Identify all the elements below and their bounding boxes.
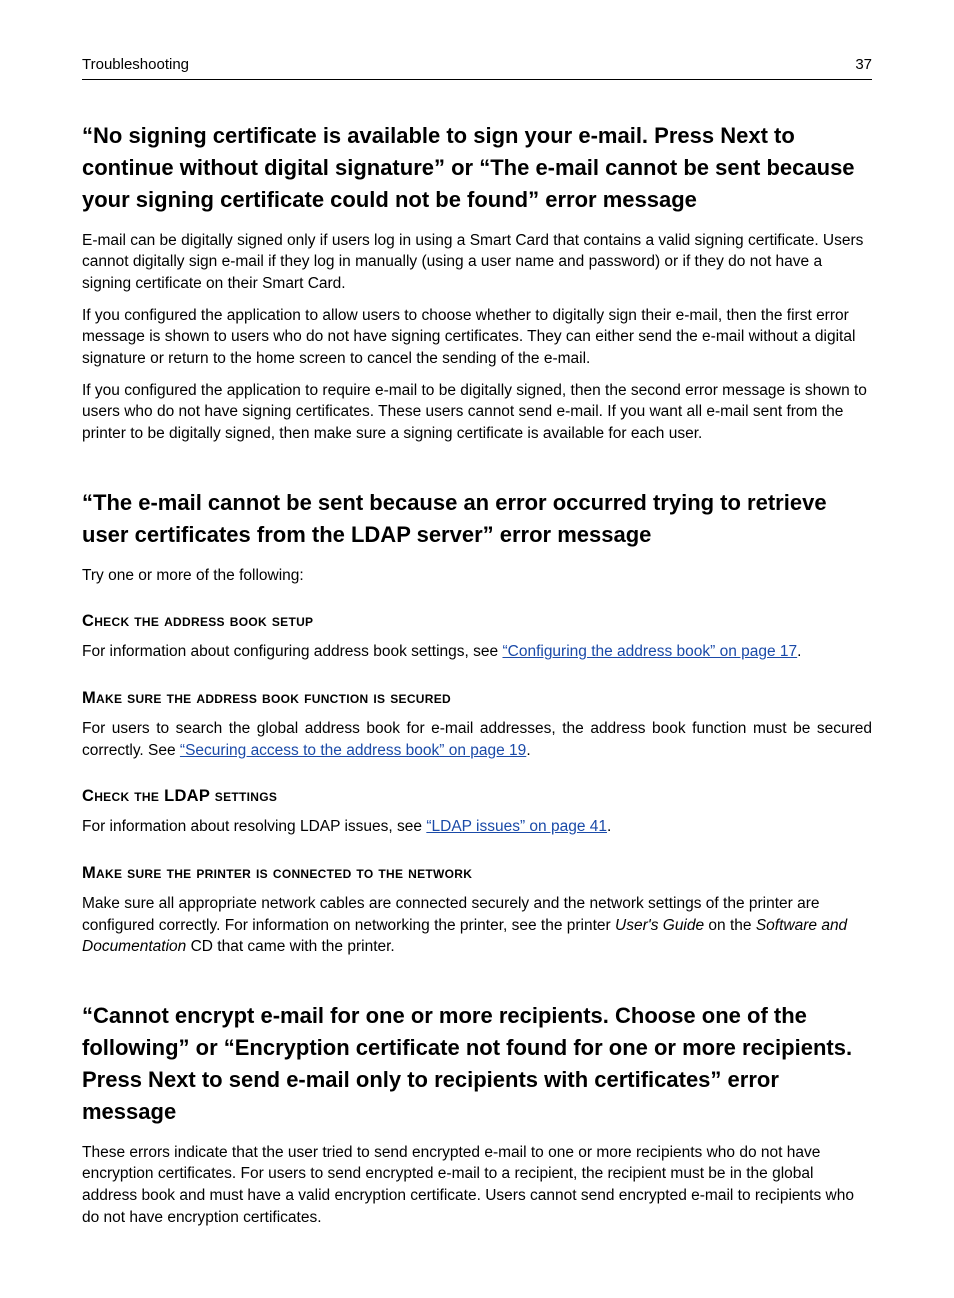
body-paragraph: If you configured the application to all… — [82, 305, 872, 370]
body-text: For information about resolving LDAP iss… — [82, 818, 426, 835]
section-heading-ldap-error: “The e‑mail cannot be sent because an er… — [82, 487, 872, 551]
body-paragraph: For users to search the global address b… — [82, 718, 872, 761]
link-ldap-issues[interactable]: “LDAP issues” on page 41 — [426, 818, 607, 835]
header-section-name: Troubleshooting — [82, 56, 189, 73]
body-text: . — [526, 742, 530, 759]
document-page: Troubleshooting 37 “No signing certifica… — [0, 0, 954, 1298]
body-paragraph: These errors indicate that the user trie… — [82, 1142, 872, 1229]
subheading-printer-network: Make sure the printer is connected to th… — [82, 864, 872, 883]
subheading-check-ldap: Check the LDAP settings — [82, 787, 872, 806]
body-paragraph: For information about configuring addres… — [82, 641, 872, 663]
body-paragraph: For information about resolving LDAP iss… — [82, 816, 872, 838]
link-securing-address-book[interactable]: “Securing access to the address book” on… — [180, 742, 526, 759]
body-text: . — [797, 643, 801, 660]
body-paragraph: Make sure all appropriate network cables… — [82, 893, 872, 958]
body-text: CD that came with the printer. — [186, 938, 394, 955]
section-heading-cannot-encrypt: “Cannot encrypt e‑mail for one or more r… — [82, 1000, 872, 1128]
book-title-users-guide: User's Guide — [615, 917, 704, 934]
running-header: Troubleshooting 37 — [82, 56, 872, 80]
body-paragraph: E‑mail can be digitally signed only if u… — [82, 230, 872, 295]
header-page-number: 37 — [855, 56, 872, 73]
subheading-address-book-secured: Make sure the address book function is s… — [82, 689, 872, 708]
body-text: on the — [704, 917, 756, 934]
body-text: For information about configuring addres… — [82, 643, 502, 660]
body-paragraph: Try one or more of the following: — [82, 565, 872, 587]
subheading-check-address-book: Check the address book setup — [82, 612, 872, 631]
body-text: . — [607, 818, 611, 835]
link-configuring-address-book[interactable]: “Configuring the address book” on page 1… — [502, 643, 797, 660]
section-heading-signing-cert: “No signing certificate is available to … — [82, 120, 872, 216]
body-paragraph: If you configured the application to req… — [82, 380, 872, 445]
